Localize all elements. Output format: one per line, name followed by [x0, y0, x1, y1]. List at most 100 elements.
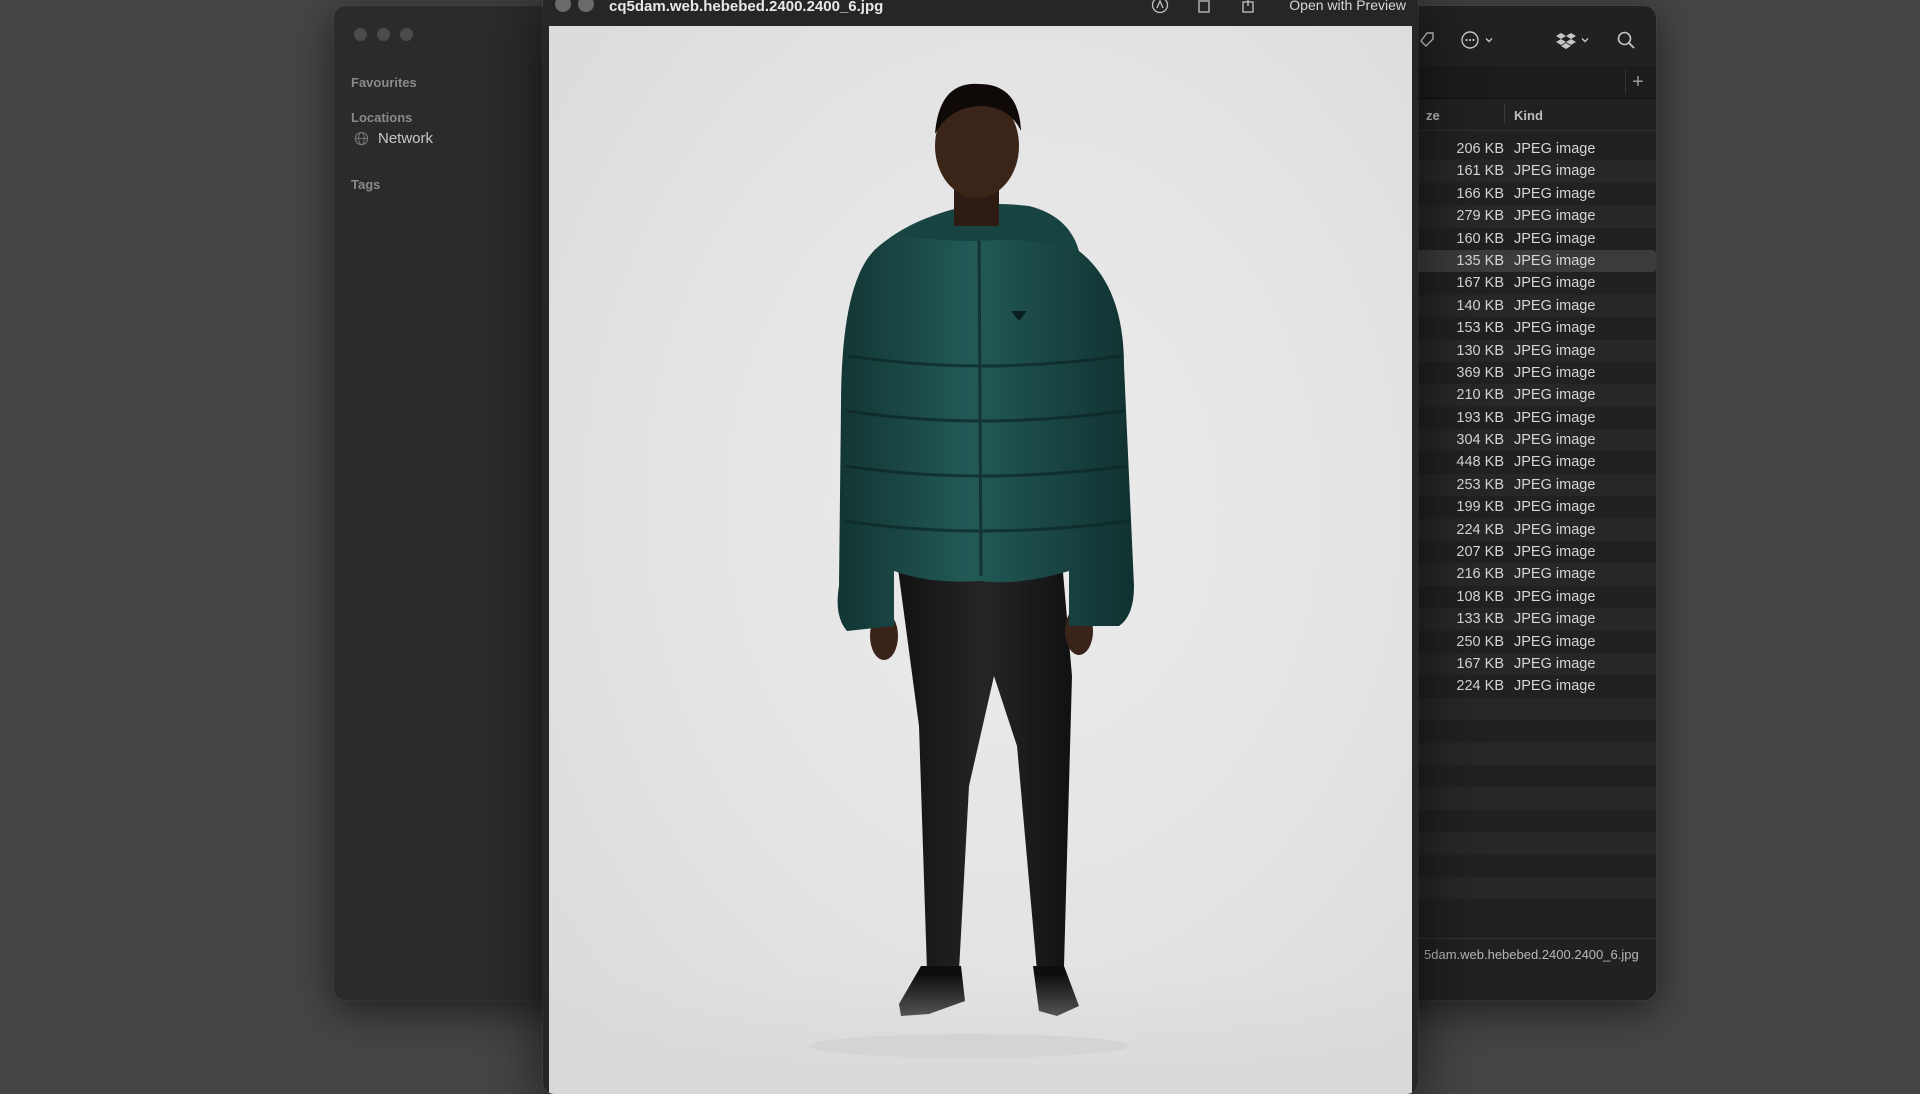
search-icon [1617, 31, 1635, 49]
chevron-down-icon [1485, 38, 1493, 43]
file-kind: JPEG image [1514, 387, 1596, 404]
path-bar-filename[interactable]: 5dam.web.hebebed.2400.2400_6.jpg [1424, 947, 1639, 962]
file-size: 133 KB [1456, 611, 1504, 628]
file-kind: JPEG image [1514, 566, 1596, 583]
file-size: 153 KB [1456, 320, 1504, 337]
file-row[interactable]: 161 KB JPEG image [1416, 160, 1656, 183]
file-row[interactable]: 133 KB JPEG image [1416, 608, 1656, 631]
file-row[interactable]: 167 KB JPEG image [1416, 652, 1656, 676]
empty-row [1416, 765, 1656, 787]
file-kind: JPEG image [1514, 588, 1596, 605]
file-size: 448 KB [1456, 454, 1504, 471]
search-button[interactable] [1616, 26, 1636, 54]
file-kind: JPEG image [1514, 141, 1596, 157]
markup-icon[interactable] [1151, 0, 1169, 14]
column-divider[interactable] [1504, 104, 1505, 124]
file-size: 224 KB [1456, 521, 1504, 538]
file-size: 135 KB [1456, 252, 1504, 269]
floor-shadow [549, 974, 1412, 1094]
file-row[interactable]: 153 KB JPEG image [1416, 317, 1656, 339]
file-kind: JPEG image [1514, 678, 1596, 695]
file-row[interactable]: 210 KB JPEG image [1416, 384, 1656, 407]
model-photo [809, 83, 1134, 1058]
file-size: 304 KB [1456, 432, 1504, 449]
file-kind: JPEG image [1514, 454, 1596, 471]
empty-row [1416, 832, 1656, 855]
file-kind: JPEG image [1514, 297, 1596, 314]
file-row[interactable]: 193 KB JPEG image [1416, 407, 1656, 429]
file-kind: JPEG image [1514, 252, 1596, 269]
globe-icon [354, 131, 369, 146]
plus-icon: + [1632, 71, 1644, 93]
quick-look-fullscreen-button[interactable] [578, 0, 594, 12]
tag-button[interactable] [1418, 26, 1436, 54]
ellipsis-circle-icon [1461, 31, 1479, 49]
file-row[interactable]: 140 KB JPEG image [1416, 294, 1656, 318]
file-size: 161 KB [1456, 163, 1504, 180]
quick-look-title: cq5dam.web.hebebed.2400.2400_6.jpg [609, 0, 884, 15]
new-tab-button[interactable]: + [1625, 70, 1650, 94]
empty-row [1416, 720, 1656, 742]
column-header-size[interactable]: ze [1426, 108, 1440, 123]
file-size: 199 KB [1456, 499, 1504, 516]
file-row[interactable]: 448 KB JPEG image [1416, 451, 1656, 473]
file-kind: JPEG image [1514, 544, 1596, 561]
file-size: 108 KB [1456, 588, 1504, 605]
file-row[interactable]: 369 KB JPEG image [1416, 362, 1656, 384]
dropbox-button[interactable] [1556, 26, 1590, 54]
file-size: 140 KB [1456, 297, 1504, 314]
file-kind: JPEG image [1514, 364, 1596, 381]
preview-image [549, 26, 1412, 1094]
file-size: 166 KB [1456, 185, 1504, 202]
file-row[interactable]: 199 KB JPEG image [1416, 496, 1656, 518]
file-row[interactable]: 216 KB JPEG image [1416, 563, 1656, 586]
file-row[interactable]: 108 KB JPEG image [1416, 586, 1656, 608]
sidebar-item-network[interactable]: Network [354, 130, 433, 147]
file-size: 206 KB [1456, 141, 1504, 157]
file-row[interactable]: 130 KB JPEG image [1416, 339, 1656, 362]
empty-row [1416, 787, 1656, 810]
path-bar: 5dam.web.hebebed.2400.2400_6.jpg [1416, 938, 1656, 969]
sidebar-section-favourites: Favourites [351, 75, 417, 90]
file-size: 250 KB [1456, 633, 1504, 650]
file-size: 216 KB [1456, 566, 1504, 583]
file-row[interactable]: 224 KB JPEG image [1416, 675, 1656, 697]
file-size: 253 KB [1456, 476, 1504, 493]
tab-bar: + [1416, 66, 1656, 99]
file-row[interactable]: 279 KB JPEG image [1416, 205, 1656, 228]
tag-icon [1420, 32, 1434, 47]
share-icon[interactable] [1239, 0, 1257, 14]
empty-row [1416, 810, 1656, 832]
file-size: 193 KB [1456, 409, 1504, 426]
file-row[interactable]: 206 KB JPEG image [1416, 138, 1656, 160]
file-row[interactable]: 207 KB JPEG image [1416, 541, 1656, 563]
rotate-icon[interactable] [1195, 0, 1213, 14]
quick-look-close-button[interactable] [555, 0, 571, 12]
file-kind: JPEG image [1514, 275, 1596, 292]
file-row[interactable]: 160 KB JPEG image [1416, 228, 1656, 250]
file-kind: JPEG image [1514, 320, 1596, 337]
file-row[interactable]: 304 KB JPEG image [1416, 429, 1656, 452]
file-row[interactable]: 135 KB JPEG image [1416, 249, 1656, 273]
file-size: 130 KB [1456, 342, 1504, 359]
file-kind: JPEG image [1514, 230, 1596, 247]
file-kind: JPEG image [1514, 163, 1596, 180]
file-size: 210 KB [1456, 387, 1504, 404]
sidebar-item-label: Network [378, 130, 434, 147]
file-row[interactable]: 253 KB JPEG image [1416, 473, 1656, 497]
file-row[interactable]: 224 KB JPEG image [1416, 518, 1656, 542]
empty-row [1416, 742, 1656, 765]
open-with-preview-button[interactable]: Open with Preview [1289, 0, 1406, 13]
action-menu-button[interactable] [1460, 26, 1494, 54]
file-row[interactable]: 167 KB JPEG image [1416, 272, 1656, 294]
sidebar-section-tags: Tags [351, 177, 381, 192]
file-row[interactable]: 166 KB JPEG image [1416, 183, 1656, 205]
sidebar-section-locations: Locations [351, 110, 413, 125]
file-size: 207 KB [1456, 544, 1504, 561]
file-kind: JPEG image [1514, 342, 1596, 359]
empty-row [1416, 876, 1656, 900]
file-kind: JPEG image [1514, 409, 1596, 426]
file-row[interactable]: 250 KB JPEG image [1416, 631, 1656, 653]
column-header-kind[interactable]: Kind [1514, 108, 1543, 123]
quick-look-window: cq5dam.web.hebebed.2400.2400_6.jpg Open … [543, 0, 1418, 1094]
